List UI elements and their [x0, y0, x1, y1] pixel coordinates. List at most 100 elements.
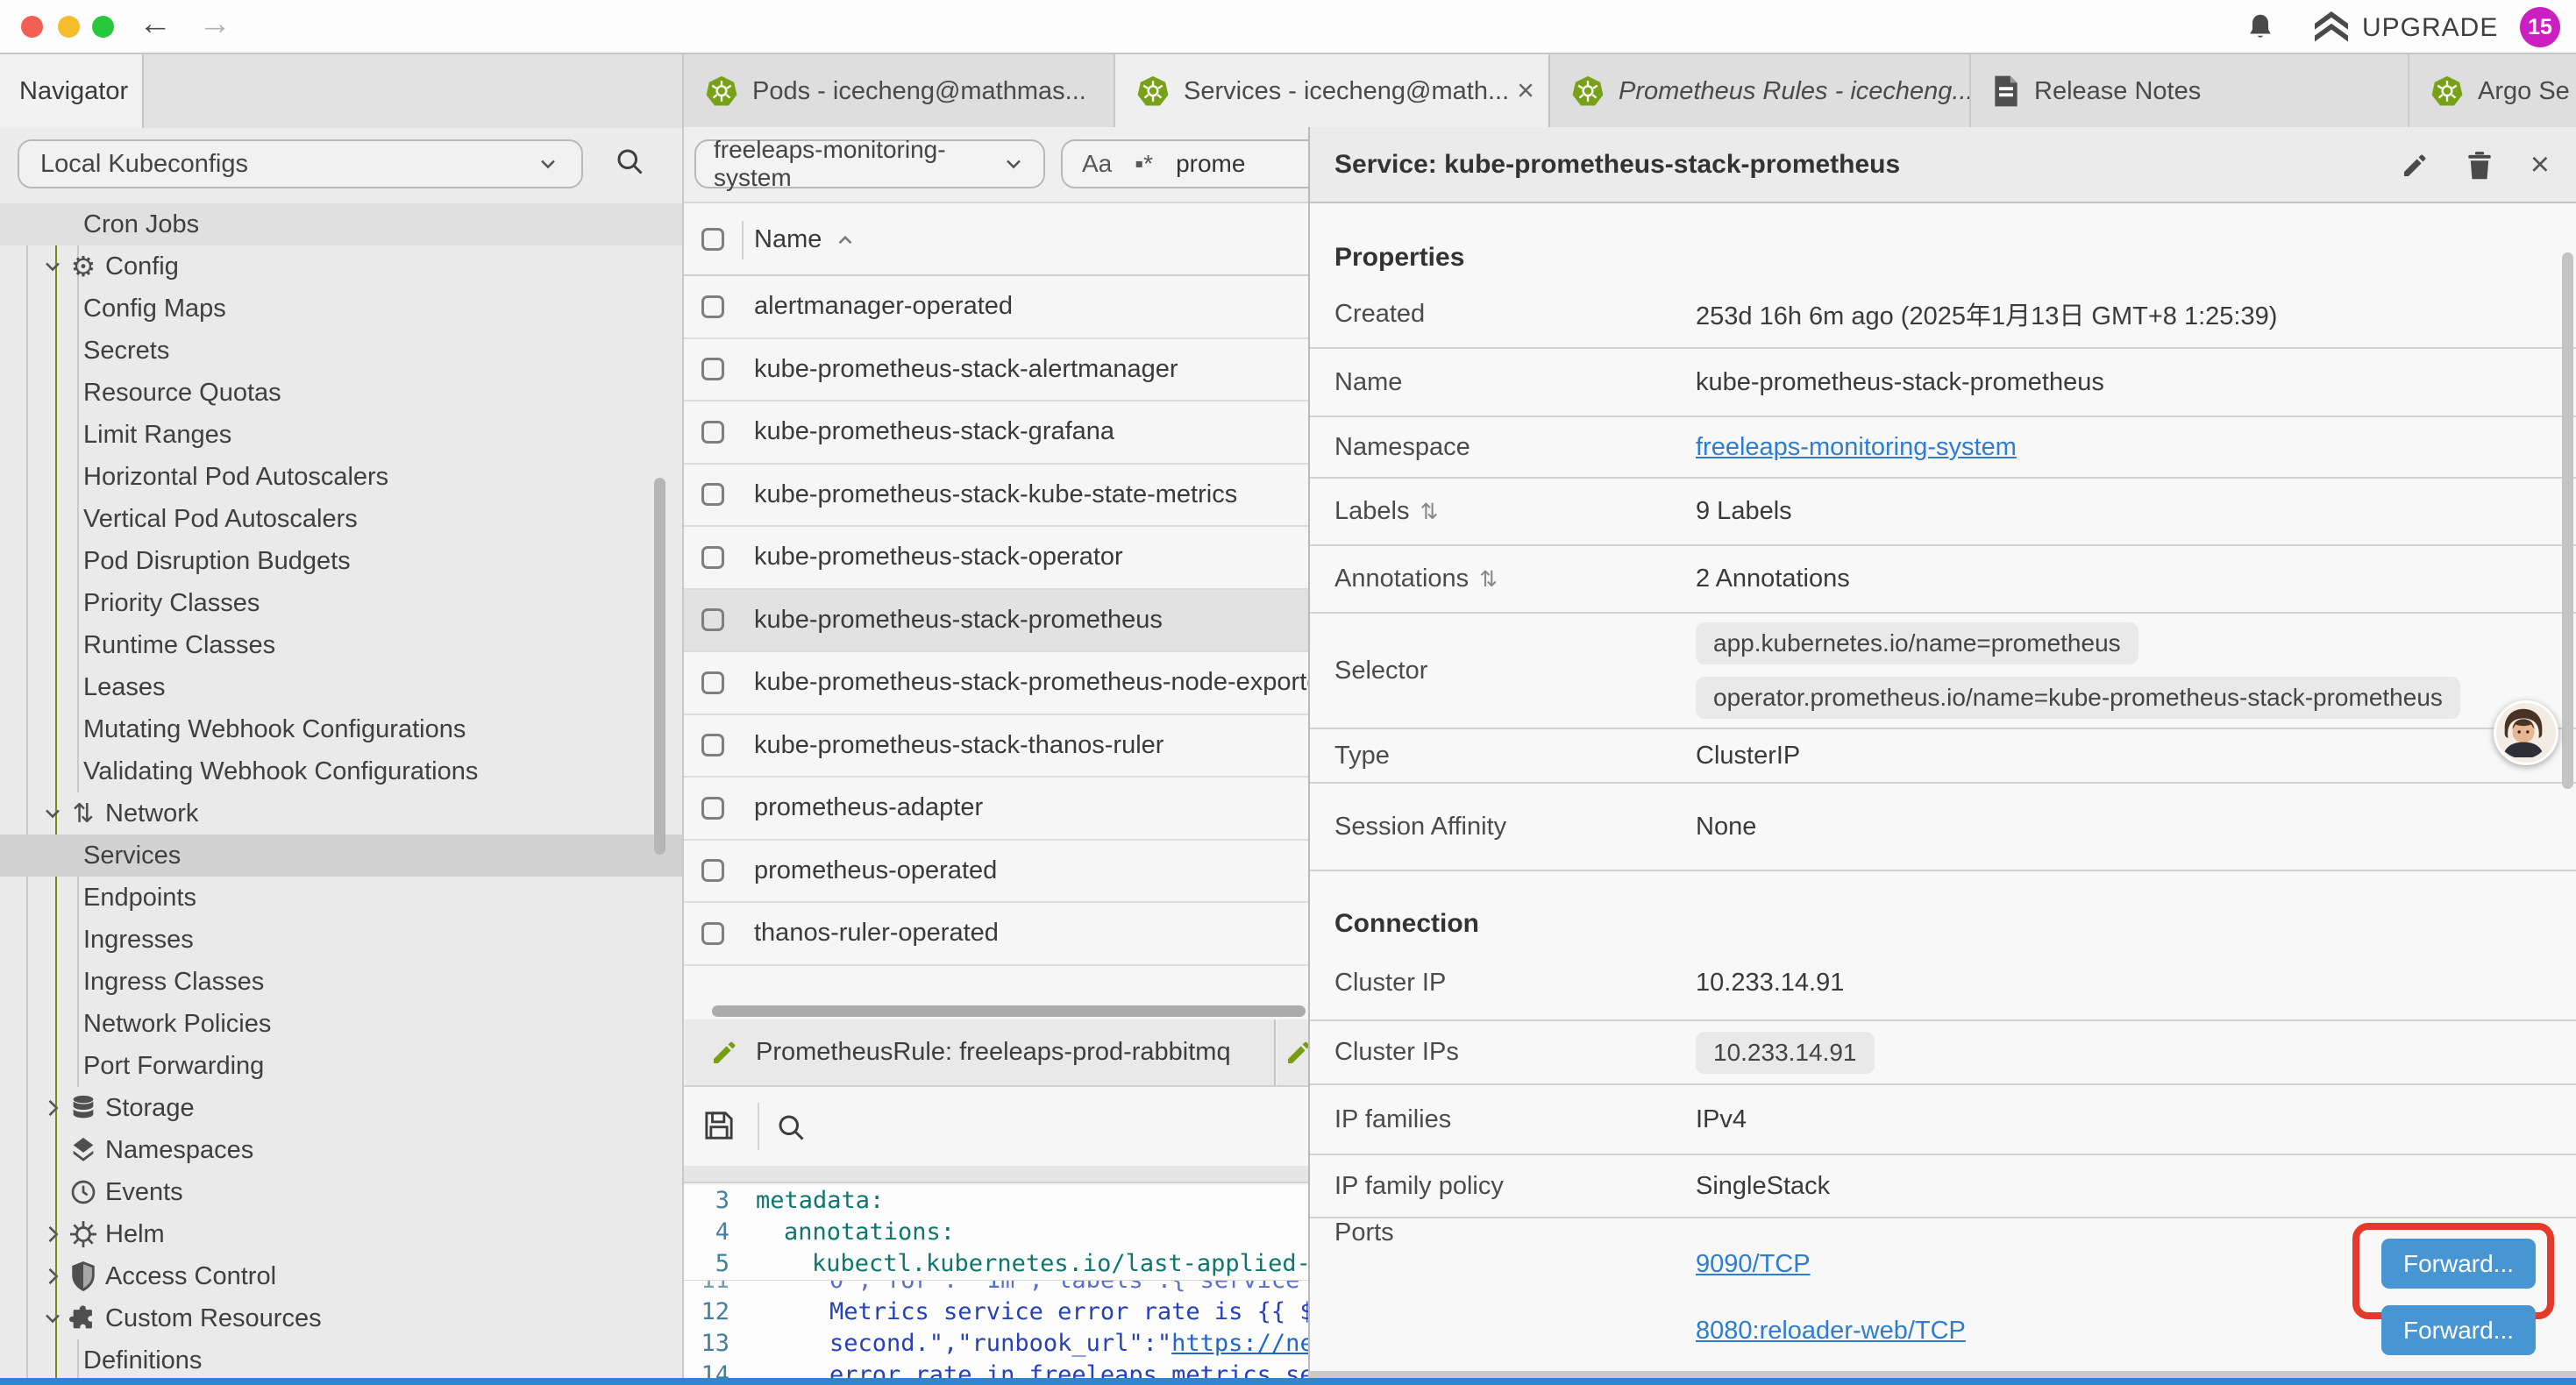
row-checkbox[interactable] [701, 922, 724, 945]
chevron-right-icon[interactable] [39, 1264, 67, 1289]
row-checkbox[interactable] [701, 421, 724, 444]
detail-link[interactable]: freeleaps-monitoring-system [1696, 433, 2017, 462]
sidebar-item-pod-disruption-budgets[interactable]: Pod Disruption Budgets [0, 540, 682, 582]
traffic-minimize-button[interactable] [58, 16, 80, 38]
sidebar-item-config-maps[interactable]: Config Maps [0, 288, 682, 330]
table-row-alertmanager-operated[interactable]: alertmanager-operated [684, 276, 1308, 339]
save-icon[interactable] [701, 1108, 737, 1143]
row-checkbox[interactable] [701, 295, 724, 318]
chevron-down-icon[interactable] [39, 254, 67, 279]
row-checkbox[interactable] [701, 797, 724, 820]
forward-button[interactable]: Forward... [2381, 1305, 2536, 1355]
sidebar-item-limit-ranges[interactable]: Limit Ranges [0, 414, 682, 456]
port-link[interactable]: 8080:reloader-web/TCP [1696, 1317, 1966, 1346]
table-row-kube-prometheus-stack-prometheus[interactable]: kube-prometheus-stack-prometheus [684, 590, 1308, 653]
tab-argo-se[interactable]: Argo Se [2409, 54, 2576, 128]
row-checkbox[interactable] [701, 546, 724, 569]
row-checkbox[interactable] [701, 671, 724, 694]
bottom-panel-tabs: PrometheusRule: freeleaps-prod-rabbitmq [684, 1019, 1308, 1087]
sidebar-item-ingresses[interactable]: Ingresses [0, 919, 682, 961]
row-checkbox[interactable] [701, 734, 724, 756]
search-input[interactable]: Aa ▪* prome [1061, 139, 1308, 188]
sidebar-item-network-policies[interactable]: Network Policies [0, 1003, 682, 1045]
sidebar-item-priority-classes[interactable]: Priority Classes [0, 582, 682, 624]
sidebar-item-vertical-pod-autoscalers[interactable]: Vertical Pod Autoscalers [0, 498, 682, 540]
sidebar-item-network[interactable]: ⇅Network [0, 792, 682, 835]
sidebar-item-endpoints[interactable]: Endpoints [0, 877, 682, 919]
sidebar-item-secrets[interactable]: Secrets [0, 330, 682, 372]
back-button[interactable]: ← [139, 5, 172, 43]
table-row-kube-prometheus-stack-alertmanager[interactable]: kube-prometheus-stack-alertmanager [684, 339, 1308, 402]
case-sensitive-toggle[interactable]: Aa [1082, 150, 1112, 178]
table-row-kube-prometheus-stack-prometheus-node-exporter[interactable]: kube-prometheus-stack-prometheus-node-ex… [684, 652, 1308, 715]
column-header-name[interactable]: Name [754, 203, 857, 276]
navigator-tab[interactable]: Navigator [0, 54, 144, 128]
sidebar-item-namespaces[interactable]: Namespaces [0, 1129, 682, 1171]
sidebar-item-horizontal-pod-autoscalers[interactable]: Horizontal Pod Autoscalers [0, 456, 682, 498]
row-checkbox[interactable] [701, 859, 724, 882]
sidebar-item-custom-resources[interactable]: Custom Resources [0, 1297, 682, 1339]
tab-prometheus-rules-icecheng[interactable]: Prometheus Rules - icecheng... [1550, 54, 1971, 128]
sidebar-item-runtime-classes[interactable]: Runtime Classes [0, 624, 682, 666]
sidebar-item-config[interactable]: ⚙Config [0, 245, 682, 288]
namespace-selector[interactable]: freeleaps-monitoring-system [694, 139, 1045, 188]
table-row-kube-prometheus-stack-grafana[interactable]: kube-prometheus-stack-grafana [684, 401, 1308, 465]
sidebar-item-validating-webhook-configurations[interactable]: Validating Webhook Configurations [0, 750, 682, 792]
editor-tab-prometheusrule[interactable]: PrometheusRule: freeleaps-prod-rabbitmq [686, 1019, 1276, 1085]
editor-tab-clipped[interactable] [1277, 1019, 1308, 1085]
tab-release-notes[interactable]: Release Notes [1971, 54, 2409, 128]
sidebar-item-storage[interactable]: Storage [0, 1087, 682, 1129]
chevron-right-icon[interactable] [39, 1096, 67, 1120]
table-row-prometheus-operated[interactable]: prometheus-operated [684, 841, 1308, 904]
tab-pods-icecheng-mathmas[interactable]: Pods - icecheng@mathmas... [684, 54, 1115, 128]
chevron-down-icon[interactable] [39, 801, 67, 826]
table-row-kube-prometheus-stack-operator[interactable]: kube-prometheus-stack-operator [684, 527, 1308, 590]
row-checkbox[interactable] [701, 358, 724, 380]
tab-services-icecheng-math[interactable]: Services - icecheng@math...× [1115, 54, 1550, 128]
upgrade-button[interactable]: UPGRADE [2313, 11, 2498, 45]
sidebar-item-helm[interactable]: Helm [0, 1213, 682, 1255]
select-all-checkbox[interactable] [701, 228, 724, 251]
detail-scrollbar[interactable] [2562, 252, 2573, 789]
avatar[interactable] [2494, 700, 2558, 765]
close-icon[interactable]: × [2530, 146, 2550, 184]
horizontal-scrollbar[interactable] [712, 1005, 1306, 1017]
sort-toggle-icon[interactable]: ⇅ [1479, 566, 1498, 592]
forward-button[interactable]: Forward... [2381, 1239, 2536, 1289]
sidebar-item-events[interactable]: Events [0, 1171, 682, 1213]
sidebar-item-leases[interactable]: Leases [0, 666, 682, 708]
port-link[interactable]: 9090/TCP [1696, 1250, 1811, 1279]
table-row-prometheus-adapter[interactable]: prometheus-adapter [684, 778, 1308, 841]
notification-badge[interactable]: 15 [2520, 7, 2560, 47]
row-checkbox[interactable] [701, 608, 724, 631]
sidebar-item-mutating-webhook-configurations[interactable]: Mutating Webhook Configurations [0, 708, 682, 750]
sidebar-item-resource-quotas[interactable]: Resource Quotas [0, 372, 682, 414]
traffic-close-button[interactable] [21, 16, 43, 38]
yaml-editor[interactable]: 3metadata:4annotations:5kubectl.kubernet… [684, 1185, 1308, 1385]
row-checkbox[interactable] [701, 483, 724, 506]
delete-trash-icon[interactable] [2467, 151, 2492, 181]
search-icon[interactable] [775, 1112, 807, 1143]
table-row-thanos-ruler-operated[interactable]: thanos-ruler-operated [684, 903, 1308, 966]
detail-row-ip-families: IP familiesIPv4 [1310, 1085, 2576, 1155]
sidebar-item-access-control[interactable]: Access Control [0, 1255, 682, 1297]
sidebar-item-cron-jobs[interactable]: Cron Jobs [0, 203, 682, 245]
chevron-right-icon[interactable] [39, 1222, 67, 1246]
forward-button[interactable]: → [198, 5, 231, 43]
sort-toggle-icon[interactable]: ⇅ [1420, 499, 1438, 524]
sidebar-item-ingress-classes[interactable]: Ingress Classes [0, 961, 682, 1003]
sidebar-item-definitions[interactable]: Definitions [0, 1339, 682, 1381]
sidebar-scrollbar[interactable] [654, 478, 665, 855]
sidebar-item-services[interactable]: Services [0, 835, 682, 877]
kubeconfig-selector[interactable]: Local Kubeconfigs [18, 139, 583, 188]
table-row-kube-prometheus-stack-kube-state-metrics[interactable]: kube-prometheus-stack-kube-state-metrics [684, 465, 1308, 528]
table-row-kube-prometheus-stack-thanos-ruler[interactable]: kube-prometheus-stack-thanos-ruler [684, 715, 1308, 778]
bell-icon[interactable] [2245, 11, 2276, 44]
close-icon[interactable]: × [1517, 75, 1534, 109]
traffic-zoom-button[interactable] [92, 16, 114, 38]
edit-pencil-icon[interactable] [2401, 152, 2429, 180]
chevron-down-icon[interactable] [39, 1306, 67, 1331]
sidebar-item-port-forwarding[interactable]: Port Forwarding [0, 1045, 682, 1087]
search-icon[interactable] [614, 146, 645, 177]
regex-toggle[interactable]: ▪* [1135, 150, 1153, 178]
